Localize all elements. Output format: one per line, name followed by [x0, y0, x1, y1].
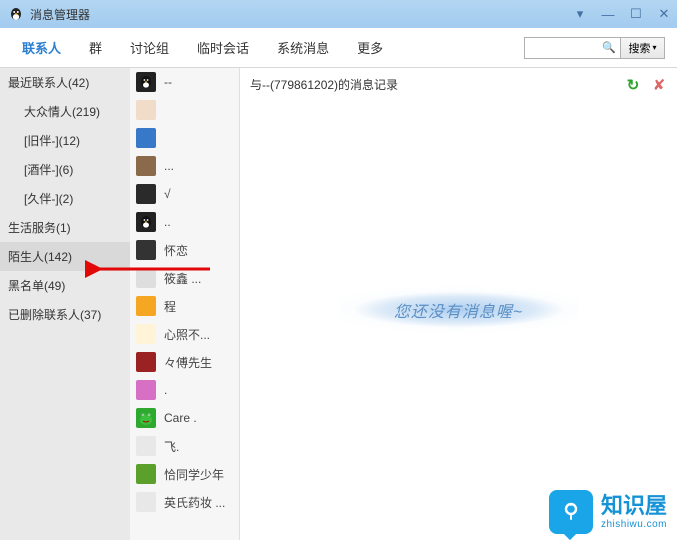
- app-icon: [8, 6, 24, 22]
- avatar: [136, 324, 156, 344]
- contact-item[interactable]: 筱鑫 ...: [130, 264, 239, 292]
- contact-item[interactable]: √: [130, 180, 239, 208]
- main: 最近联系人(42) 大众情人(219) [旧伴-](12) [酒伴-](6) […: [0, 68, 677, 540]
- minimize-icon[interactable]: —: [601, 7, 615, 21]
- contact-name: .: [164, 383, 167, 397]
- close-icon[interactable]: ✕: [657, 7, 671, 21]
- cat-service[interactable]: 生活服务(1): [0, 213, 130, 242]
- cat-blacklist[interactable]: 黑名单(49): [0, 271, 130, 300]
- toolbar-tabs: 联系人 群 讨论组 临时会话 系统消息 更多: [20, 34, 385, 61]
- avatar: [136, 156, 156, 176]
- avatar: [136, 72, 156, 92]
- avatar: [136, 296, 156, 316]
- titlebar: 消息管理器 ▾ — ☐ ✕: [0, 0, 677, 28]
- search-box: 🔍 搜索 ▾: [524, 37, 665, 59]
- contact-name: 怀恋: [164, 242, 188, 259]
- contact-item[interactable]: 程: [130, 292, 239, 320]
- search-button[interactable]: 搜索 ▾: [620, 38, 664, 58]
- toolbar: 联系人 群 讨论组 临时会话 系统消息 更多 🔍 搜索 ▾: [0, 28, 677, 68]
- delete-icon[interactable]: ✘: [651, 77, 667, 93]
- cat-sub-3[interactable]: [酒伴-](6): [0, 155, 130, 184]
- contact-name: 筱鑫 ...: [164, 270, 201, 287]
- window-title: 消息管理器: [30, 6, 90, 23]
- empty-state: 您还没有消息喔~: [339, 282, 579, 337]
- contact-item[interactable]: 恰同学少年: [130, 460, 239, 488]
- watermark-cn: 知识屋: [601, 493, 667, 519]
- avatar: [136, 380, 156, 400]
- tab-groups[interactable]: 群: [87, 34, 104, 61]
- contact-name: 英氏药妆 ...: [164, 494, 225, 511]
- tab-temp[interactable]: 临时会话: [195, 34, 251, 61]
- watermark-text: 知识屋 zhishiwu.com: [601, 493, 667, 531]
- avatar: [136, 268, 156, 288]
- contact-name: √: [164, 187, 171, 201]
- tab-more[interactable]: 更多: [355, 34, 385, 61]
- contact-item[interactable]: 怀恋: [130, 236, 239, 264]
- contact-item[interactable]: ..: [130, 208, 239, 236]
- contact-item[interactable]: 心照不...: [130, 320, 239, 348]
- contact-item[interactable]: 英氏药妆 ...: [130, 488, 239, 516]
- avatar: [136, 492, 156, 512]
- avatar: [136, 408, 156, 428]
- contact-name: 々傅先生: [164, 354, 212, 371]
- watermark-badge: [549, 490, 593, 534]
- contact-item[interactable]: [130, 96, 239, 124]
- contact-name: ...: [164, 159, 174, 173]
- avatar: [136, 184, 156, 204]
- chat-title: 与--(779861202)的消息记录: [250, 76, 398, 93]
- cat-deleted[interactable]: 已删除联系人(37): [0, 300, 130, 329]
- contact-name: 程: [164, 298, 176, 315]
- window-controls: ▾ — ☐ ✕: [573, 0, 671, 28]
- maximize-icon[interactable]: ☐: [629, 7, 643, 21]
- cat-recent[interactable]: 最近联系人(42): [0, 68, 130, 97]
- tab-discuss[interactable]: 讨论组: [128, 34, 171, 61]
- chat-actions: ↻ ✘: [625, 77, 667, 93]
- contact-name: Care .: [164, 411, 197, 425]
- avatar: [136, 212, 156, 232]
- avatar: [136, 464, 156, 484]
- contact-item[interactable]: .: [130, 376, 239, 404]
- contact-name: --: [164, 75, 172, 89]
- tab-contacts[interactable]: 联系人: [20, 34, 63, 61]
- contact-list: --... √.. 怀恋筱鑫 ... 程心照不... 々傅先生. Care . 飞. 恰同学少…: [130, 68, 240, 540]
- cat-sub-1[interactable]: 大众情人(219): [0, 97, 130, 126]
- avatar: [136, 100, 156, 120]
- category-sidebar: 最近联系人(42) 大众情人(219) [旧伴-](12) [酒伴-](6) […: [0, 68, 130, 540]
- dropdown-icon[interactable]: ▾: [573, 7, 587, 21]
- contact-item[interactable]: [130, 124, 239, 152]
- watermark-py: zhishiwu.com: [601, 519, 667, 531]
- avatar: [136, 128, 156, 148]
- cat-sub-2[interactable]: [旧伴-](12): [0, 126, 130, 155]
- contact-name: 恰同学少年: [164, 466, 224, 483]
- avatar: [136, 436, 156, 456]
- cat-sub-4[interactable]: [久伴-](2): [0, 184, 130, 213]
- refresh-icon[interactable]: ↻: [625, 77, 641, 93]
- contact-name: 心照不...: [164, 326, 210, 343]
- contact-item[interactable]: 々傅先生: [130, 348, 239, 376]
- avatar: [136, 240, 156, 260]
- contact-item[interactable]: ...: [130, 152, 239, 180]
- avatar: [136, 352, 156, 372]
- contact-item[interactable]: --: [130, 68, 239, 96]
- chat-panel: 与--(779861202)的消息记录 ↻ ✘ 您还没有消息喔~: [240, 68, 677, 540]
- cat-strangers[interactable]: 陌生人(142): [0, 242, 130, 271]
- empty-brush: 您还没有消息喔~: [339, 282, 579, 337]
- contact-item[interactable]: Care .: [130, 404, 239, 432]
- watermark: 知识屋 zhishiwu.com: [549, 490, 667, 534]
- search-input[interactable]: [525, 38, 620, 58]
- empty-text: 您还没有消息喔~: [394, 298, 523, 322]
- contact-item[interactable]: 飞.: [130, 432, 239, 460]
- contact-name: 飞.: [164, 438, 179, 455]
- contact-name: ..: [164, 215, 171, 229]
- tab-system[interactable]: 系统消息: [275, 34, 331, 61]
- chat-header: 与--(779861202)的消息记录 ↻ ✘: [240, 68, 677, 101]
